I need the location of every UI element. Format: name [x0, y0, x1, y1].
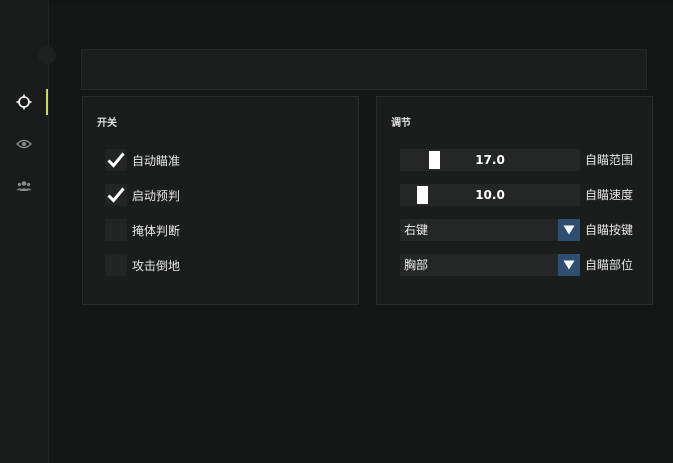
sidebar-item-visual[interactable] [12, 132, 36, 156]
adjust-panel: 调节 17.0 自瞄范围 10.0 自瞄速度 右键 自瞄按键 胸部 自瞄部位 [376, 96, 653, 305]
aim-range-label: 自瞄范围 [585, 153, 634, 167]
crosshair-icon [16, 94, 32, 110]
toggle-prediction[interactable]: 启动预判 [105, 184, 180, 206]
sidebar-item-players[interactable] [12, 174, 36, 198]
switches-panel: 开关 自动瞄准 启动预判 掩体判断 攻击倒地 [82, 96, 359, 305]
aim-part-select[interactable]: 胸部 [400, 254, 580, 276]
toggle-auto-aim[interactable]: 自动瞄准 [105, 149, 180, 171]
header-bar [81, 49, 647, 90]
aim-speed-slider[interactable]: 10.0 [400, 184, 580, 206]
triangle-down-icon [563, 225, 575, 235]
sidebar-item-aim[interactable] [12, 90, 36, 114]
aim-key-label: 自瞄按键 [585, 223, 634, 237]
aim-speed-label: 自瞄速度 [585, 188, 634, 202]
checkbox[interactable] [105, 254, 127, 276]
slider-value: 17.0 [475, 153, 505, 167]
eye-icon [16, 139, 32, 149]
checkmark-icon [107, 187, 125, 203]
aim-range-slider[interactable]: 17.0 [400, 149, 580, 171]
checkbox-label: 掩体判断 [132, 223, 181, 238]
checkbox[interactable] [105, 184, 127, 206]
triangle-down-icon [563, 260, 575, 270]
checkbox-label: 启动预判 [132, 188, 181, 203]
slider-value: 10.0 [475, 188, 505, 202]
panel-title: 开关 [97, 118, 117, 129]
select-value: 右键 [404, 223, 429, 237]
active-tab-indicator [46, 89, 48, 115]
app-window: 开关 自动瞄准 启动预判 掩体判断 攻击倒地 调节 17.0 自瞄范围 10.0… [0, 0, 673, 463]
top-strip [48, 0, 673, 6]
checkbox-label: 攻击倒地 [132, 258, 181, 273]
toggle-attack-downed[interactable]: 攻击倒地 [105, 254, 180, 276]
panel-title: 调节 [391, 118, 411, 129]
toggle-cover-check[interactable]: 掩体判断 [105, 219, 180, 241]
aim-key-select[interactable]: 右键 [400, 219, 580, 241]
dropdown-toggle[interactable] [558, 219, 580, 241]
select-value: 胸部 [404, 258, 429, 272]
aim-part-label: 自瞄部位 [585, 258, 634, 272]
checkbox-label: 自动瞄准 [132, 153, 181, 168]
checkbox[interactable] [105, 219, 127, 241]
sidebar [0, 0, 49, 463]
checkmark-icon [107, 152, 125, 168]
dropdown-toggle[interactable] [558, 254, 580, 276]
collapse-handle[interactable] [38, 46, 56, 64]
checkbox[interactable] [105, 149, 127, 171]
users-icon [16, 181, 32, 191]
